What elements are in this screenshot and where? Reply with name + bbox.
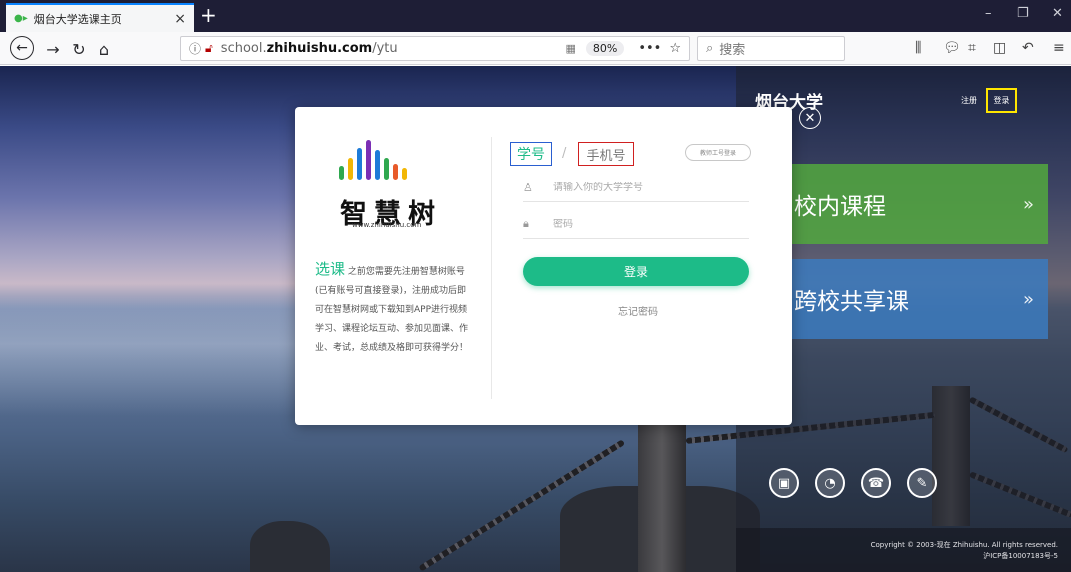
reload-icon[interactable]: ↻ [68,38,90,60]
intro-text: 选课 之前您需要先注册智慧树账号(已有账号可直接登录)，注册成功后即可在智慧树网… [315,260,473,358]
username-field: ♙ [523,173,749,202]
quick-links: ▣ ◔ ☎ ✎ [769,468,937,498]
student-id-input[interactable] [541,181,731,193]
forward-arrow-icon[interactable]: → [42,38,64,60]
lock-icon: 🔒︎ [523,217,529,230]
page-background: 烟台大学 ✕ 注册 登录 校内课程 » 跨校共享课 » ▣ ◔ ☎ ✎ Copy… [0,66,1071,572]
double-chevron-right-icon: » [1022,193,1034,215]
app-download-icon[interactable]: ▣ [769,468,799,498]
url-bar[interactable]: ⓘ 🔓︎ school.zhihuishu.com/ytu ▦ 80% ••• … [180,36,690,61]
close-circle-icon[interactable]: ✕ [799,107,821,129]
qr-code-icon[interactable]: ▦ [565,42,575,55]
course-card-inner[interactable]: 校内课程 » [780,164,1048,244]
tab-close-icon[interactable]: × [174,11,186,27]
browser-tab-bar: ●▸ 烟台大学选课主页 × + – ❐ ✕ [0,0,1071,32]
teacher-login-button[interactable]: 教师工号登录 [685,144,751,161]
copyright: Copyright © 2003-现在 Zhihuishu. All right… [870,541,1058,560]
window-minimize-button[interactable]: – [985,6,992,21]
header-login-link[interactable]: 登录 [986,88,1017,113]
browser-navigation-bar: ← → ↻ ⌂ ⓘ 🔓︎ school.zhihuishu.com/ytu ▦ … [0,32,1071,65]
home-icon[interactable]: ⌂ [93,38,115,60]
sidebar-icon[interactable]: ◫ [993,40,1006,56]
intro-highlight: 选课 [315,260,346,278]
double-chevron-right-icon: » [1022,288,1034,310]
tab-student-id[interactable]: 学号 [510,142,552,166]
login-modal: 智慧树 www.zhihuishu.com 选课 之前您需要先注册智慧树账号(已… [295,107,792,425]
register-link[interactable]: 注册 [961,95,977,106]
foreground-rock [250,521,330,572]
course-card-shared[interactable]: 跨校共享课 » [780,259,1048,339]
search-icon: ⌕ [706,41,714,56]
intro-body: 之前您需要先注册智慧树账号(已有账号可直接登录)，注册成功后即可在智慧树网或下载… [315,267,469,353]
logo-url: www.zhihuishu.com [352,221,422,229]
forgot-password-link[interactable]: 忘记密码 [618,303,658,318]
chat-icon[interactable]: 💬︎ [943,40,961,56]
back-arrow-icon[interactable]: ← [10,36,34,60]
feedback-icon[interactable]: ✎ [907,468,937,498]
menu-icon[interactable]: ≡ [1053,40,1065,56]
zhihuishu-favicon-icon: ●▸ [14,13,28,24]
library-icon[interactable]: ⫼ [915,40,921,56]
url-text[interactable]: school.zhihuishu.com/ytu [221,41,566,56]
search-input[interactable]: ⌕ 搜索 [697,36,845,61]
tab-title: 烟台大学选课主页 [33,12,122,26]
new-tab-button[interactable]: + [200,4,217,26]
password-field: 🔒︎ [523,210,749,239]
course-card-label: 跨校共享课 [794,289,909,315]
telephone-icon[interactable]: ☎ [861,468,891,498]
password-input[interactable] [541,218,731,230]
customer-service-icon[interactable]: ◔ [815,468,845,498]
browser-tab[interactable]: ●▸ 烟台大学选课主页 × [6,3,194,32]
zoom-level-badge[interactable]: 80% [585,41,625,56]
user-icon: ♙ [523,180,533,194]
chain-post [638,416,686,572]
crop-icon[interactable]: ⌗ [968,40,976,56]
window-close-button[interactable]: ✕ [1052,6,1063,21]
info-icon[interactable]: ⓘ [189,40,201,57]
page-actions-icon[interactable]: ••• [638,41,661,56]
insecure-lock-icon[interactable]: 🔓︎ [205,41,213,56]
zhihuishu-logo-icon [339,140,407,180]
login-button[interactable]: 登录 [523,257,749,286]
window-maximize-button[interactable]: ❐ [1017,6,1029,21]
sync-icon[interactable]: ↶ [1022,40,1034,56]
bookmark-star-icon[interactable]: ☆ [669,41,681,56]
modal-divider [491,137,492,399]
tab-separator: / [562,146,567,161]
tab-phone[interactable]: 手机号 [578,142,634,166]
course-card-label: 校内课程 [794,194,886,220]
